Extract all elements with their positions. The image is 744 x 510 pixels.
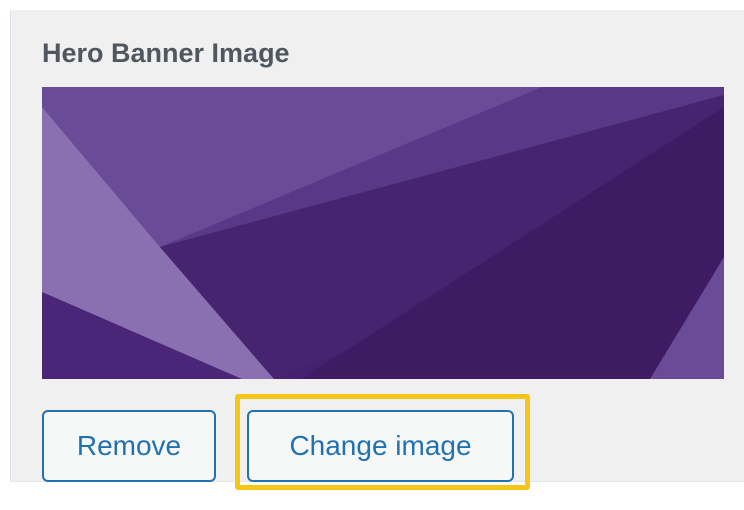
- remove-image-button[interactable]: Remove: [42, 410, 216, 482]
- panel-title: Hero Banner Image: [42, 38, 290, 68]
- change-image-button[interactable]: Change image: [247, 410, 514, 482]
- banner-image-preview[interactable]: [42, 87, 724, 379]
- hero-banner-panel: Hero Banner Image Remove Change image: [10, 10, 744, 490]
